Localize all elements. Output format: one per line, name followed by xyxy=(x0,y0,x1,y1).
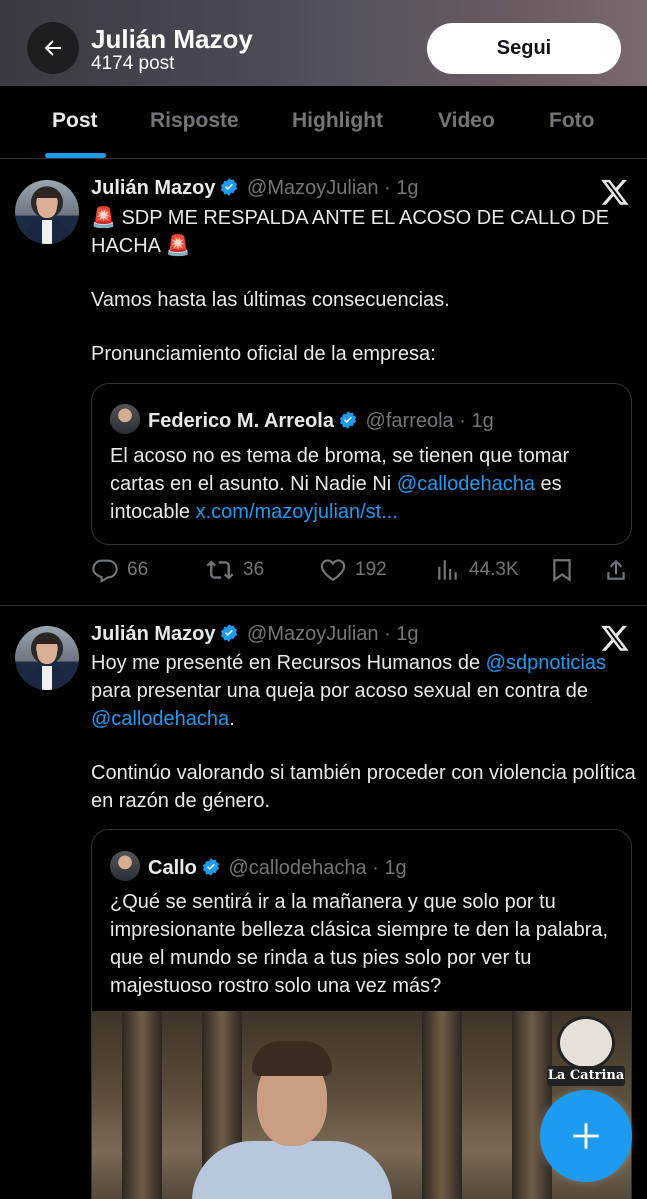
heart-icon xyxy=(320,559,346,582)
quote-header: Callo @callodehacha · 1g xyxy=(110,851,407,881)
reply-count: 66 xyxy=(127,559,149,580)
analytics-icon xyxy=(438,560,457,580)
quote-avatar xyxy=(110,851,140,881)
views-button[interactable]: 44.3K xyxy=(435,556,519,584)
bookmark-icon xyxy=(553,559,571,582)
plus-icon xyxy=(573,1123,599,1149)
tab-foto[interactable]: Foto xyxy=(549,109,594,133)
mention-link[interactable]: @sdpnoticias xyxy=(486,652,606,674)
x-logo-icon xyxy=(601,179,629,205)
post-text-paragraph: Continúo valorando si también proceder c… xyxy=(91,762,636,812)
profile-name: Julián Mazoy xyxy=(91,24,253,54)
verified-badge-icon xyxy=(339,411,357,429)
quote-time: · 1g xyxy=(459,410,494,432)
quote-author-name: Callo xyxy=(148,857,197,879)
quote-text: ¿Qué se sentirá ir a la mañanera y que s… xyxy=(110,891,609,997)
quote-text: El acoso no es tema de broma, se tienen … xyxy=(110,442,620,526)
media-watermark: La Catrina xyxy=(547,1016,625,1088)
like-count: 192 xyxy=(355,559,387,580)
mention-link[interactable]: @callodehacha xyxy=(397,473,535,495)
url-link[interactable]: x.com/mazoyjulian/st... xyxy=(196,501,398,523)
mention-link[interactable]: @callodehacha xyxy=(91,708,229,730)
arrow-left-icon xyxy=(44,40,61,56)
share-icon xyxy=(607,559,625,580)
author-handle[interactable]: @MazoyJulian xyxy=(247,177,378,199)
tab-risposte[interactable]: Risposte xyxy=(150,109,239,133)
tab-video[interactable]: Video xyxy=(438,109,495,133)
quote-author-handle: @farreola xyxy=(365,410,454,432)
bookmark-button[interactable] xyxy=(549,556,583,584)
post-1[interactable]: Julián Mazoy @MazoyJulian · 1g 🚨 SDP ME … xyxy=(0,160,647,606)
tab-post[interactable]: Post xyxy=(52,109,98,133)
reply-icon xyxy=(92,559,118,583)
verified-badge-icon xyxy=(221,178,238,196)
view-count: 44.3K xyxy=(469,559,519,580)
post-text-paragraph: Pronunciamiento oficial de la empresa: xyxy=(91,343,436,365)
verified-badge-icon xyxy=(221,624,238,642)
author-handle[interactable]: @MazoyJulian xyxy=(247,623,378,645)
quoted-post[interactable]: Federico M. Arreola @farreola · 1g El ac… xyxy=(91,383,632,545)
post-time: · 1g xyxy=(384,623,419,645)
follow-button[interactable]: Segui xyxy=(427,23,621,74)
author-name[interactable]: Julián Mazoy xyxy=(91,177,215,199)
quote-avatar xyxy=(110,404,140,434)
avatar[interactable] xyxy=(15,180,79,244)
share-button[interactable] xyxy=(603,556,637,584)
quote-author-handle: @callodehacha xyxy=(228,857,367,879)
post-text-segment: . xyxy=(229,708,235,730)
post-text-segment: para presentar una queja por acoso sexua… xyxy=(91,680,589,702)
profile-tabs: Post Risposte Highlight Video Foto xyxy=(0,86,647,159)
back-button[interactable] xyxy=(27,22,79,74)
post-text: 🚨 SDP ME RESPALDA ANTE EL ACOSO DE CALLO… xyxy=(91,204,636,394)
active-tab-indicator xyxy=(45,153,106,158)
repost-icon xyxy=(206,560,234,580)
watermark-label: La Catrina xyxy=(547,1066,625,1086)
profile-header: Julián Mazoy 4174 post Segui xyxy=(0,0,647,86)
quote-time: · 1g xyxy=(372,857,407,879)
quote-header: Federico M. Arreola @farreola · 1g xyxy=(110,404,494,434)
post-text-paragraph: Vamos hasta las últimas consecuencias. xyxy=(91,289,450,311)
post-time: · 1g xyxy=(384,177,419,199)
reply-button[interactable]: 66 xyxy=(91,556,148,584)
author-name[interactable]: Julián Mazoy xyxy=(91,623,215,645)
post-text-paragraph: Hoy me presenté en Recursos Humanos de @… xyxy=(91,649,636,733)
tab-highlight[interactable]: Highlight xyxy=(292,109,383,133)
repost-button[interactable]: 36 xyxy=(205,556,264,584)
repost-count: 36 xyxy=(243,559,265,580)
post-text-segment: Hoy me presenté en Recursos Humanos de xyxy=(91,652,486,674)
post-header: Julián Mazoy @MazoyJulian · 1g xyxy=(91,623,419,646)
post-text: Hoy me presenté en Recursos Humanos de @… xyxy=(91,649,636,841)
post-header: Julián Mazoy @MazoyJulian · 1g xyxy=(91,177,419,200)
like-button[interactable]: 192 xyxy=(319,556,387,584)
post-actions: 66 36 192 44.3K xyxy=(91,556,636,586)
compose-button[interactable] xyxy=(540,1090,632,1182)
post-count: 4174 post xyxy=(91,53,175,74)
post-text-line: 🚨 SDP ME RESPALDA ANTE EL ACOSO DE CALLO… xyxy=(91,207,610,257)
verified-badge-icon xyxy=(202,858,219,876)
quote-author-name: Federico M. Arreola xyxy=(148,410,334,432)
avatar[interactable] xyxy=(15,626,79,690)
